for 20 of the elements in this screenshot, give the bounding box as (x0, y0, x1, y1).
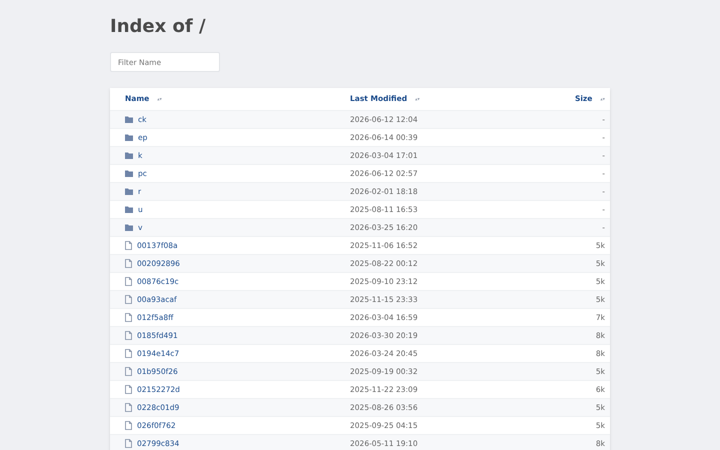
file-icon (125, 313, 132, 322)
file-icon (125, 367, 132, 376)
file-icon (125, 403, 132, 412)
file-icon (125, 277, 132, 286)
folder-icon (125, 188, 133, 195)
file-icon (125, 241, 132, 250)
file-icon (125, 421, 132, 430)
file-icon (125, 349, 132, 358)
folder-icon (125, 206, 133, 213)
folder-icon (125, 152, 133, 159)
folder-icon (125, 134, 133, 141)
file-icon (125, 439, 132, 448)
page-title: Index of / (110, 15, 207, 39)
file-icon (125, 385, 132, 394)
file-icon (125, 259, 132, 268)
folder-icon (125, 170, 133, 177)
file-icon (125, 331, 132, 340)
file-icon (125, 295, 132, 304)
folder-icon (125, 224, 133, 231)
folder-icon (125, 116, 133, 123)
